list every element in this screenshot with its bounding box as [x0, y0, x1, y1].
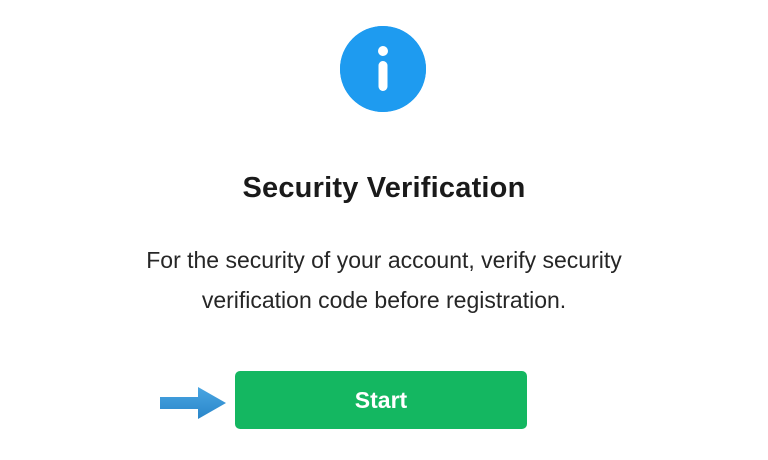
security-verification-dialog: Security Verification For the security o… — [0, 0, 768, 460]
dialog-title: Security Verification — [242, 172, 526, 204]
dialog-message: For the security of your account, verify… — [146, 247, 622, 313]
start-button[interactable]: Start — [235, 371, 527, 429]
info-icon — [340, 26, 426, 112]
arrow-right-icon — [158, 384, 230, 422]
